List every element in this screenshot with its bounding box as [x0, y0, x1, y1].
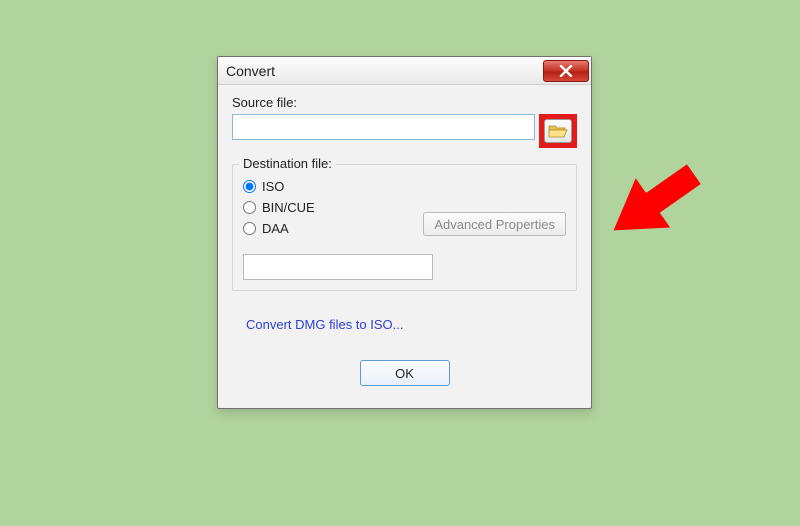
close-icon — [559, 65, 573, 77]
radio-iso[interactable] — [243, 180, 256, 193]
destination-group: Destination file: ISO BIN/CUE DAA — [232, 164, 577, 291]
radio-iso-row: ISO — [243, 179, 566, 194]
source-file-row — [232, 114, 577, 148]
destination-file-label: Destination file: — [239, 156, 336, 171]
folder-open-icon — [548, 123, 568, 139]
browse-highlight — [539, 114, 577, 148]
radio-iso-label[interactable]: ISO — [262, 179, 284, 194]
dialog-footer: OK — [232, 360, 577, 394]
titlebar: Convert — [218, 57, 591, 85]
window-title: Convert — [226, 63, 275, 79]
convert-dmg-link[interactable]: Convert DMG files to ISO... — [246, 317, 577, 332]
stage: Convert Source file: — [0, 0, 800, 526]
radio-daa[interactable] — [243, 222, 256, 235]
source-file-input[interactable] — [232, 114, 535, 140]
browse-button[interactable] — [544, 119, 572, 143]
close-button[interactable] — [543, 60, 589, 82]
destination-file-input[interactable] — [243, 254, 433, 280]
advanced-properties-button: Advanced Properties — [423, 212, 566, 236]
ok-button[interactable]: OK — [360, 360, 450, 386]
radio-bincue[interactable] — [243, 201, 256, 214]
radio-daa-label[interactable]: DAA — [262, 221, 289, 236]
radio-bincue-label[interactable]: BIN/CUE — [262, 200, 315, 215]
pointer-arrow-icon — [592, 140, 722, 260]
convert-dialog: Convert Source file: — [217, 56, 592, 409]
dialog-body: Source file: Destination file: — [218, 85, 591, 408]
source-file-label: Source file: — [232, 95, 577, 110]
